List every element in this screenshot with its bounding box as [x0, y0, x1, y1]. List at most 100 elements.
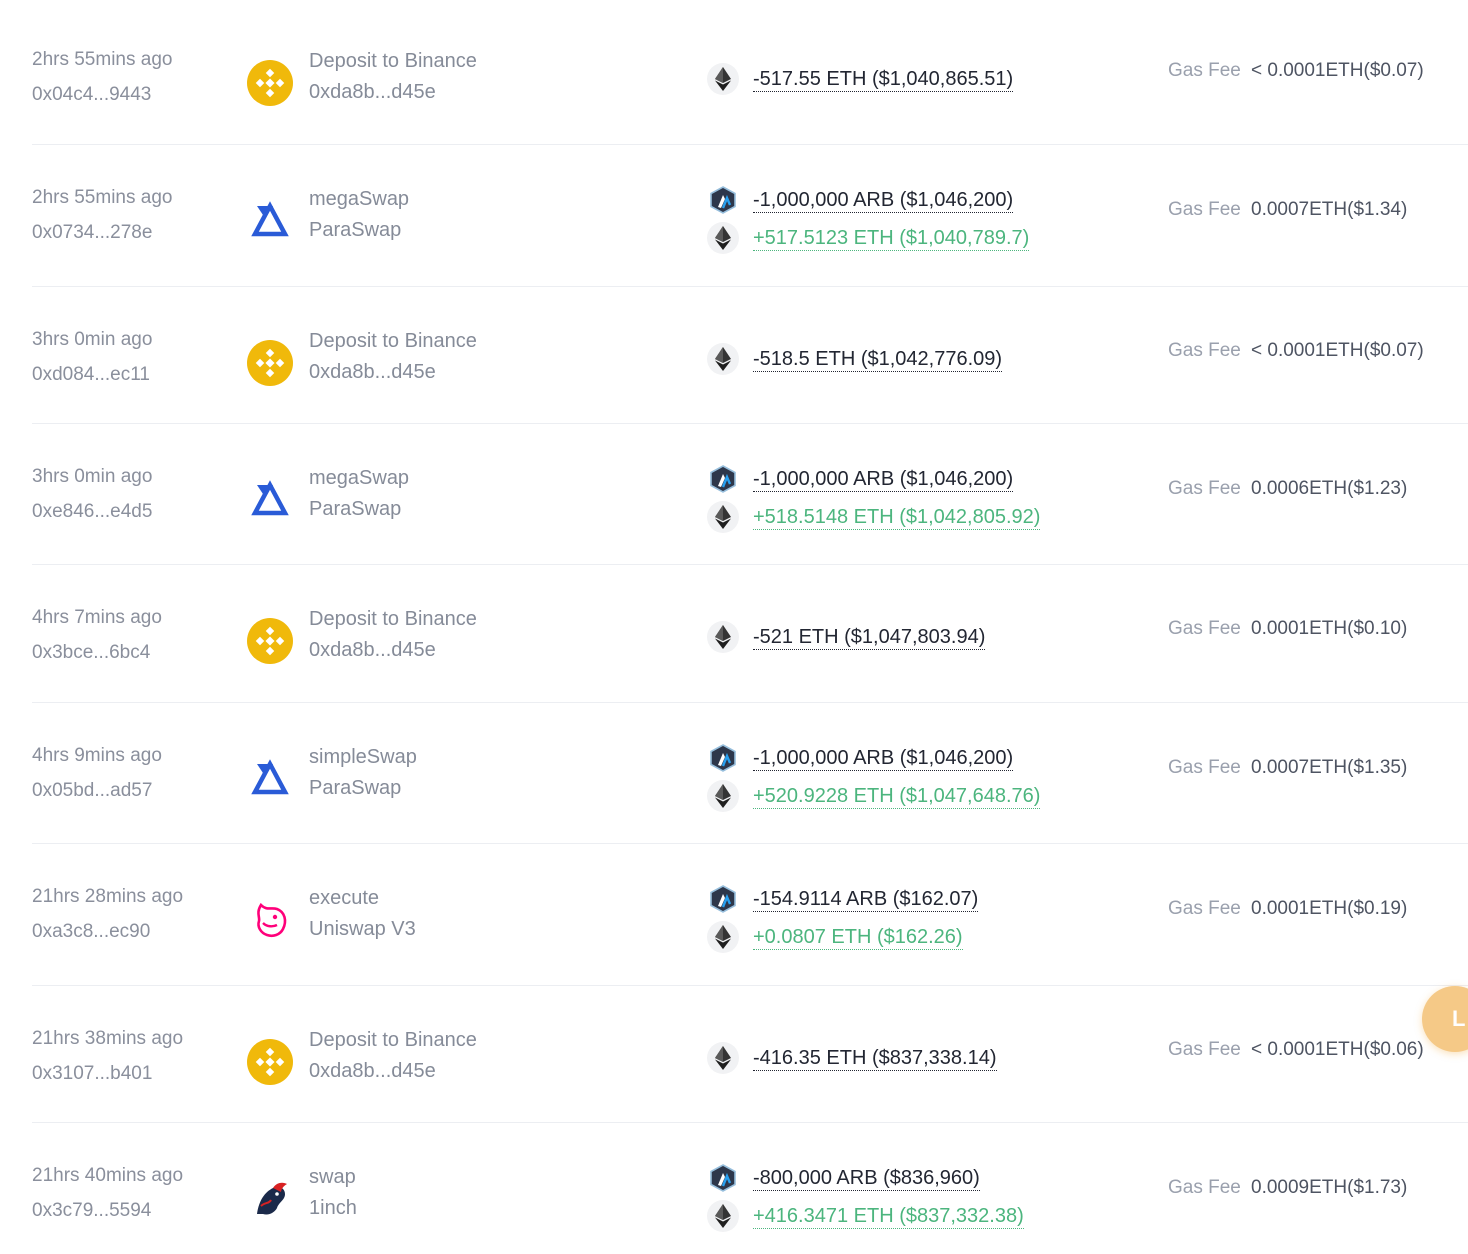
transaction-row[interactable]: 4hrs 7mins ago 0x3bce...6bc4 Deposit to Bi… [0, 565, 1468, 703]
gas-fee-value: 0.0001ETH($0.10) [1251, 618, 1408, 639]
protocol-name[interactable]: 0xda8b...d45e [309, 360, 477, 384]
paraswap-icon [247, 477, 293, 523]
time-column: 2hrs 55mins ago 0x0734...278e [32, 186, 172, 245]
protocol-name[interactable]: ParaSwap [309, 218, 409, 242]
token-amount-line: +0.0807 ETH ($162.26) [707, 921, 963, 953]
floating-button-label: L [1452, 1006, 1466, 1031]
tx-hash-link[interactable]: 0xd084...ec11 [32, 363, 152, 387]
transaction-row[interactable]: 21hrs 38mins ago 0x3107...b401 Deposit to … [0, 986, 1468, 1123]
time-ago: 2hrs 55mins ago [32, 49, 173, 70]
token-amount-line: +416.3471 ETH ($837,332.38) [707, 1200, 1024, 1232]
arb-token-icon [707, 184, 739, 216]
amount-value[interactable]: -517.55 ETH ($1,040,865.51) [753, 67, 1014, 92]
transaction-row[interactable]: 4hrs 9mins ago 0x05bd...ad57 simpleSwap Par… [0, 703, 1468, 844]
tx-hash-link[interactable]: 0x05bd...ad57 [32, 779, 162, 803]
gas-fee-label: Gas Fee [1168, 1177, 1241, 1198]
token-amount-line: -154.9114 ARB ($162.07) [707, 883, 979, 915]
tx-hash-link[interactable]: 0x04c4...9443 [32, 83, 172, 107]
time-ago: 21hrs 40mins ago [32, 1165, 184, 1186]
gas-fee-value: 0.0007ETH($1.34) [1251, 199, 1408, 220]
transaction-row[interactable]: 2hrs 55mins ago 0x0734...278e megaSwap Para… [0, 145, 1468, 287]
gas-fee-value: < 0.0001ETH($0.07) [1251, 60, 1424, 81]
amount-value[interactable]: -521 ETH ($1,047,803.94) [753, 625, 986, 650]
transaction-row[interactable]: 21hrs 28mins ago 0xa3c8...ec90 execute Unis… [0, 844, 1468, 986]
protocol-column: Deposit to Binance 0xda8b...d45e [309, 607, 477, 662]
time-ago: 3hrs 0min ago [32, 329, 153, 350]
binance-icon [247, 60, 293, 106]
gas-fee-label: Gas Fee [1168, 478, 1241, 499]
eth-token-icon [707, 921, 739, 953]
gas-fee-value: < 0.0001ETH($0.06) [1251, 1039, 1424, 1060]
transaction-row[interactable]: 21hrs 40mins ago 0x3c79...5594 swap 1inch -8… [0, 1123, 1468, 1254]
amount-value[interactable]: -1,000,000 ARB ($1,046,200) [753, 746, 1014, 771]
amount-value[interactable]: -800,000 ARB ($836,960) [753, 1166, 980, 1191]
token-amount-line: -416.35 ETH ($837,338.14) [707, 1042, 997, 1074]
protocol-column: Deposit to Binance 0xda8b...d45e [309, 329, 477, 384]
gas-fee-label: Gas Fee [1168, 340, 1241, 361]
protocol-column: megaSwap ParaSwap [309, 466, 409, 521]
time-column: 3hrs 0min ago 0xd084...ec11 [32, 328, 152, 387]
protocol-column: simpleSwap ParaSwap [309, 745, 417, 800]
protocol-name[interactable]: 0xda8b...d45e [309, 80, 477, 104]
tx-hash-link[interactable]: 0x3bce...6bc4 [32, 641, 162, 665]
binance-icon [247, 618, 293, 664]
token-amount-line: -521 ETH ($1,047,803.94) [707, 621, 986, 653]
method-name: megaSwap [309, 467, 410, 489]
eth-token-icon [707, 1042, 739, 1074]
tx-hash-link[interactable]: 0x3107...b401 [32, 1062, 183, 1086]
protocol-name[interactable]: ParaSwap [309, 776, 417, 800]
token-amount-line: -800,000 ARB ($836,960) [707, 1162, 980, 1194]
tx-hash-link[interactable]: 0x3c79...5594 [32, 1199, 183, 1223]
transaction-row[interactable]: 3hrs 0min ago 0xd084...ec11 Deposit to Bin… [0, 287, 1468, 424]
transaction-row[interactable]: 2hrs 55mins ago 0x04c4...9443 Deposit to B… [0, 0, 1468, 145]
protocol-column: megaSwap ParaSwap [309, 187, 409, 242]
gas-fee-label: Gas Fee [1168, 898, 1241, 919]
protocol-name[interactable]: 0xda8b...d45e [309, 1059, 477, 1083]
tx-hash-link[interactable]: 0x0734...278e [32, 221, 172, 245]
protocol-column: swap 1inch [309, 1165, 357, 1220]
token-amount-line: -1,000,000 ARB ($1,046,200) [707, 463, 1014, 495]
method-name: Deposit to Binance [309, 50, 477, 72]
time-column: 21hrs 38mins ago 0x3107...b401 [32, 1027, 183, 1086]
time-column: 21hrs 28mins ago 0xa3c8...ec90 [32, 885, 183, 944]
paraswap-icon [247, 198, 293, 244]
gas-fee-value: 0.0007ETH($1.35) [1251, 757, 1408, 778]
amount-value[interactable]: -416.35 ETH ($837,338.14) [753, 1046, 997, 1071]
amount-value[interactable]: -518.5 ETH ($1,042,776.09) [753, 347, 1003, 372]
protocol-column: Deposit to Binance 0xda8b...d45e [309, 1028, 477, 1083]
amount-value[interactable]: +520.9228 ETH ($1,047,648.76) [753, 784, 1041, 809]
protocol-name[interactable]: Uniswap V3 [309, 917, 416, 941]
token-amount-line: +517.5123 ETH ($1,040,789.7) [707, 222, 1030, 254]
amount-value[interactable]: +518.5148 ETH ($1,042,805.92) [753, 505, 1041, 530]
time-ago: 4hrs 9mins ago [32, 745, 162, 766]
amount-value[interactable]: +517.5123 ETH ($1,040,789.7) [753, 226, 1030, 251]
protocol-name[interactable]: 0xda8b...d45e [309, 638, 477, 662]
time-ago: 21hrs 38mins ago [32, 1028, 184, 1049]
protocol-column: Deposit to Binance 0xda8b...d45e [309, 49, 477, 104]
arb-token-icon [707, 463, 739, 495]
transaction-row[interactable]: 3hrs 0min ago 0xe846...e4d5 megaSwap ParaSw… [0, 424, 1468, 565]
amount-value[interactable]: +416.3471 ETH ($837,332.38) [753, 1204, 1024, 1229]
binance-icon [247, 340, 293, 386]
protocol-name[interactable]: ParaSwap [309, 497, 409, 521]
arb-token-icon [707, 1162, 739, 1194]
amount-value[interactable]: -1,000,000 ARB ($1,046,200) [753, 467, 1014, 492]
eth-token-icon [707, 63, 739, 95]
uniswap-icon [247, 897, 293, 943]
tx-hash-link[interactable]: 0xe846...e4d5 [32, 500, 152, 524]
amount-value[interactable]: -1,000,000 ARB ($1,046,200) [753, 188, 1014, 213]
token-amount-line: -1,000,000 ARB ($1,046,200) [707, 742, 1014, 774]
amount-value[interactable]: -154.9114 ARB ($162.07) [753, 887, 979, 912]
time-ago: 2hrs 55mins ago [32, 187, 173, 208]
token-amount-line: -1,000,000 ARB ($1,046,200) [707, 184, 1014, 216]
time-column: 2hrs 55mins ago 0x04c4...9443 [32, 48, 172, 107]
method-name: execute [309, 887, 380, 909]
amount-value[interactable]: +0.0807 ETH ($162.26) [753, 925, 963, 950]
tx-hash-link[interactable]: 0xa3c8...ec90 [32, 920, 183, 944]
method-name: megaSwap [309, 188, 410, 210]
1inch-icon [247, 1176, 293, 1222]
gas-fee-label: Gas Fee [1168, 199, 1241, 220]
eth-token-icon [707, 1200, 739, 1232]
time-ago: 21hrs 28mins ago [32, 886, 184, 907]
protocol-name[interactable]: 1inch [309, 1196, 357, 1220]
